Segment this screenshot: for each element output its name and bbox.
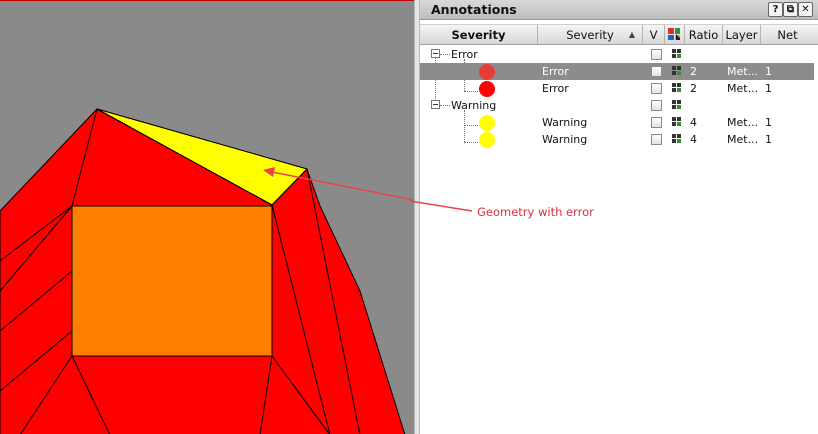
geometry-drawing	[0, 108, 414, 434]
severity-value: Error	[542, 65, 569, 78]
annotation-row[interactable]: Warning 4 Met... 1	[420, 114, 814, 131]
layer-value: Met...	[727, 133, 759, 146]
ratio-value: 4	[690, 116, 697, 129]
select-grid-icon[interactable]	[671, 116, 683, 128]
visibility-checkbox[interactable]	[651, 83, 662, 94]
severity-value: Warning	[542, 133, 588, 146]
annotation-row[interactable]: Error 2 Met... 1	[420, 63, 814, 80]
inner-block	[71, 205, 273, 357]
tree-group-warning[interactable]: Warning	[420, 97, 814, 114]
visibility-checkbox[interactable]	[651, 66, 662, 77]
layer-value: Met...	[727, 82, 759, 95]
column-severity[interactable]: Severity ▲	[538, 25, 643, 45]
select-grid-icon[interactable]	[671, 82, 683, 94]
severity-color-icon	[479, 115, 495, 131]
net-value: 1	[765, 116, 772, 129]
column-severity-label: Severity	[566, 28, 614, 42]
column-visible[interactable]: V	[643, 25, 665, 45]
group-label: Warning	[451, 99, 497, 112]
annotations-tree: Error Error 2 Met... 1 Error 2 Met... 1	[420, 45, 818, 434]
sort-ascending-icon: ▲	[628, 30, 635, 39]
panel-header: Annotations ? ⧉ ✕	[420, 0, 818, 20]
restore-button[interactable]: ⧉	[783, 2, 798, 17]
collapse-icon[interactable]	[431, 49, 440, 58]
ratio-value: 2	[690, 82, 697, 95]
column-layer[interactable]: Layer	[723, 25, 761, 45]
severity-value: Warning	[542, 116, 588, 129]
collapse-icon[interactable]	[431, 100, 440, 109]
select-grid-icon[interactable]	[671, 133, 683, 145]
severity-value: Error	[542, 82, 569, 95]
select-grid-icon	[668, 28, 680, 40]
severity-color-icon	[479, 64, 495, 80]
annotation-row[interactable]: Error 2 Met... 1	[420, 80, 814, 97]
column-net[interactable]: Net	[761, 25, 814, 45]
close-button[interactable]: ✕	[798, 2, 813, 17]
callout-arrow-tail	[410, 200, 473, 212]
column-severity-tree[interactable]: Severity	[420, 25, 538, 45]
help-button[interactable]: ?	[768, 2, 783, 17]
layer-value: Met...	[727, 65, 759, 78]
group-label: Error	[451, 48, 478, 61]
select-grid-icon[interactable]	[671, 99, 683, 111]
severity-color-icon	[479, 81, 495, 97]
column-ratio[interactable]: Ratio	[685, 25, 723, 45]
net-value: 1	[765, 82, 772, 95]
select-grid-icon[interactable]	[671, 48, 683, 60]
visibility-checkbox[interactable]	[651, 100, 662, 111]
ratio-value: 4	[690, 133, 697, 146]
layer-value: Met...	[727, 116, 759, 129]
callout-label: Geometry with error	[477, 205, 594, 219]
net-value: 1	[765, 65, 772, 78]
column-header-row: Severity Severity ▲ V Ratio Layer Net	[420, 24, 818, 45]
geometry-canvas[interactable]	[0, 0, 414, 434]
visibility-checkbox[interactable]	[651, 117, 662, 128]
column-select[interactable]	[665, 25, 685, 45]
visibility-checkbox[interactable]	[651, 49, 662, 60]
ratio-value: 2	[690, 65, 697, 78]
tree-group-error[interactable]: Error	[420, 46, 814, 63]
visibility-checkbox[interactable]	[651, 134, 662, 145]
severity-color-icon	[479, 132, 495, 148]
annotation-row[interactable]: Warning 4 Met... 1	[420, 131, 814, 148]
select-grid-icon[interactable]	[671, 65, 683, 77]
net-value: 1	[765, 133, 772, 146]
panel-title: Annotations	[431, 2, 517, 17]
